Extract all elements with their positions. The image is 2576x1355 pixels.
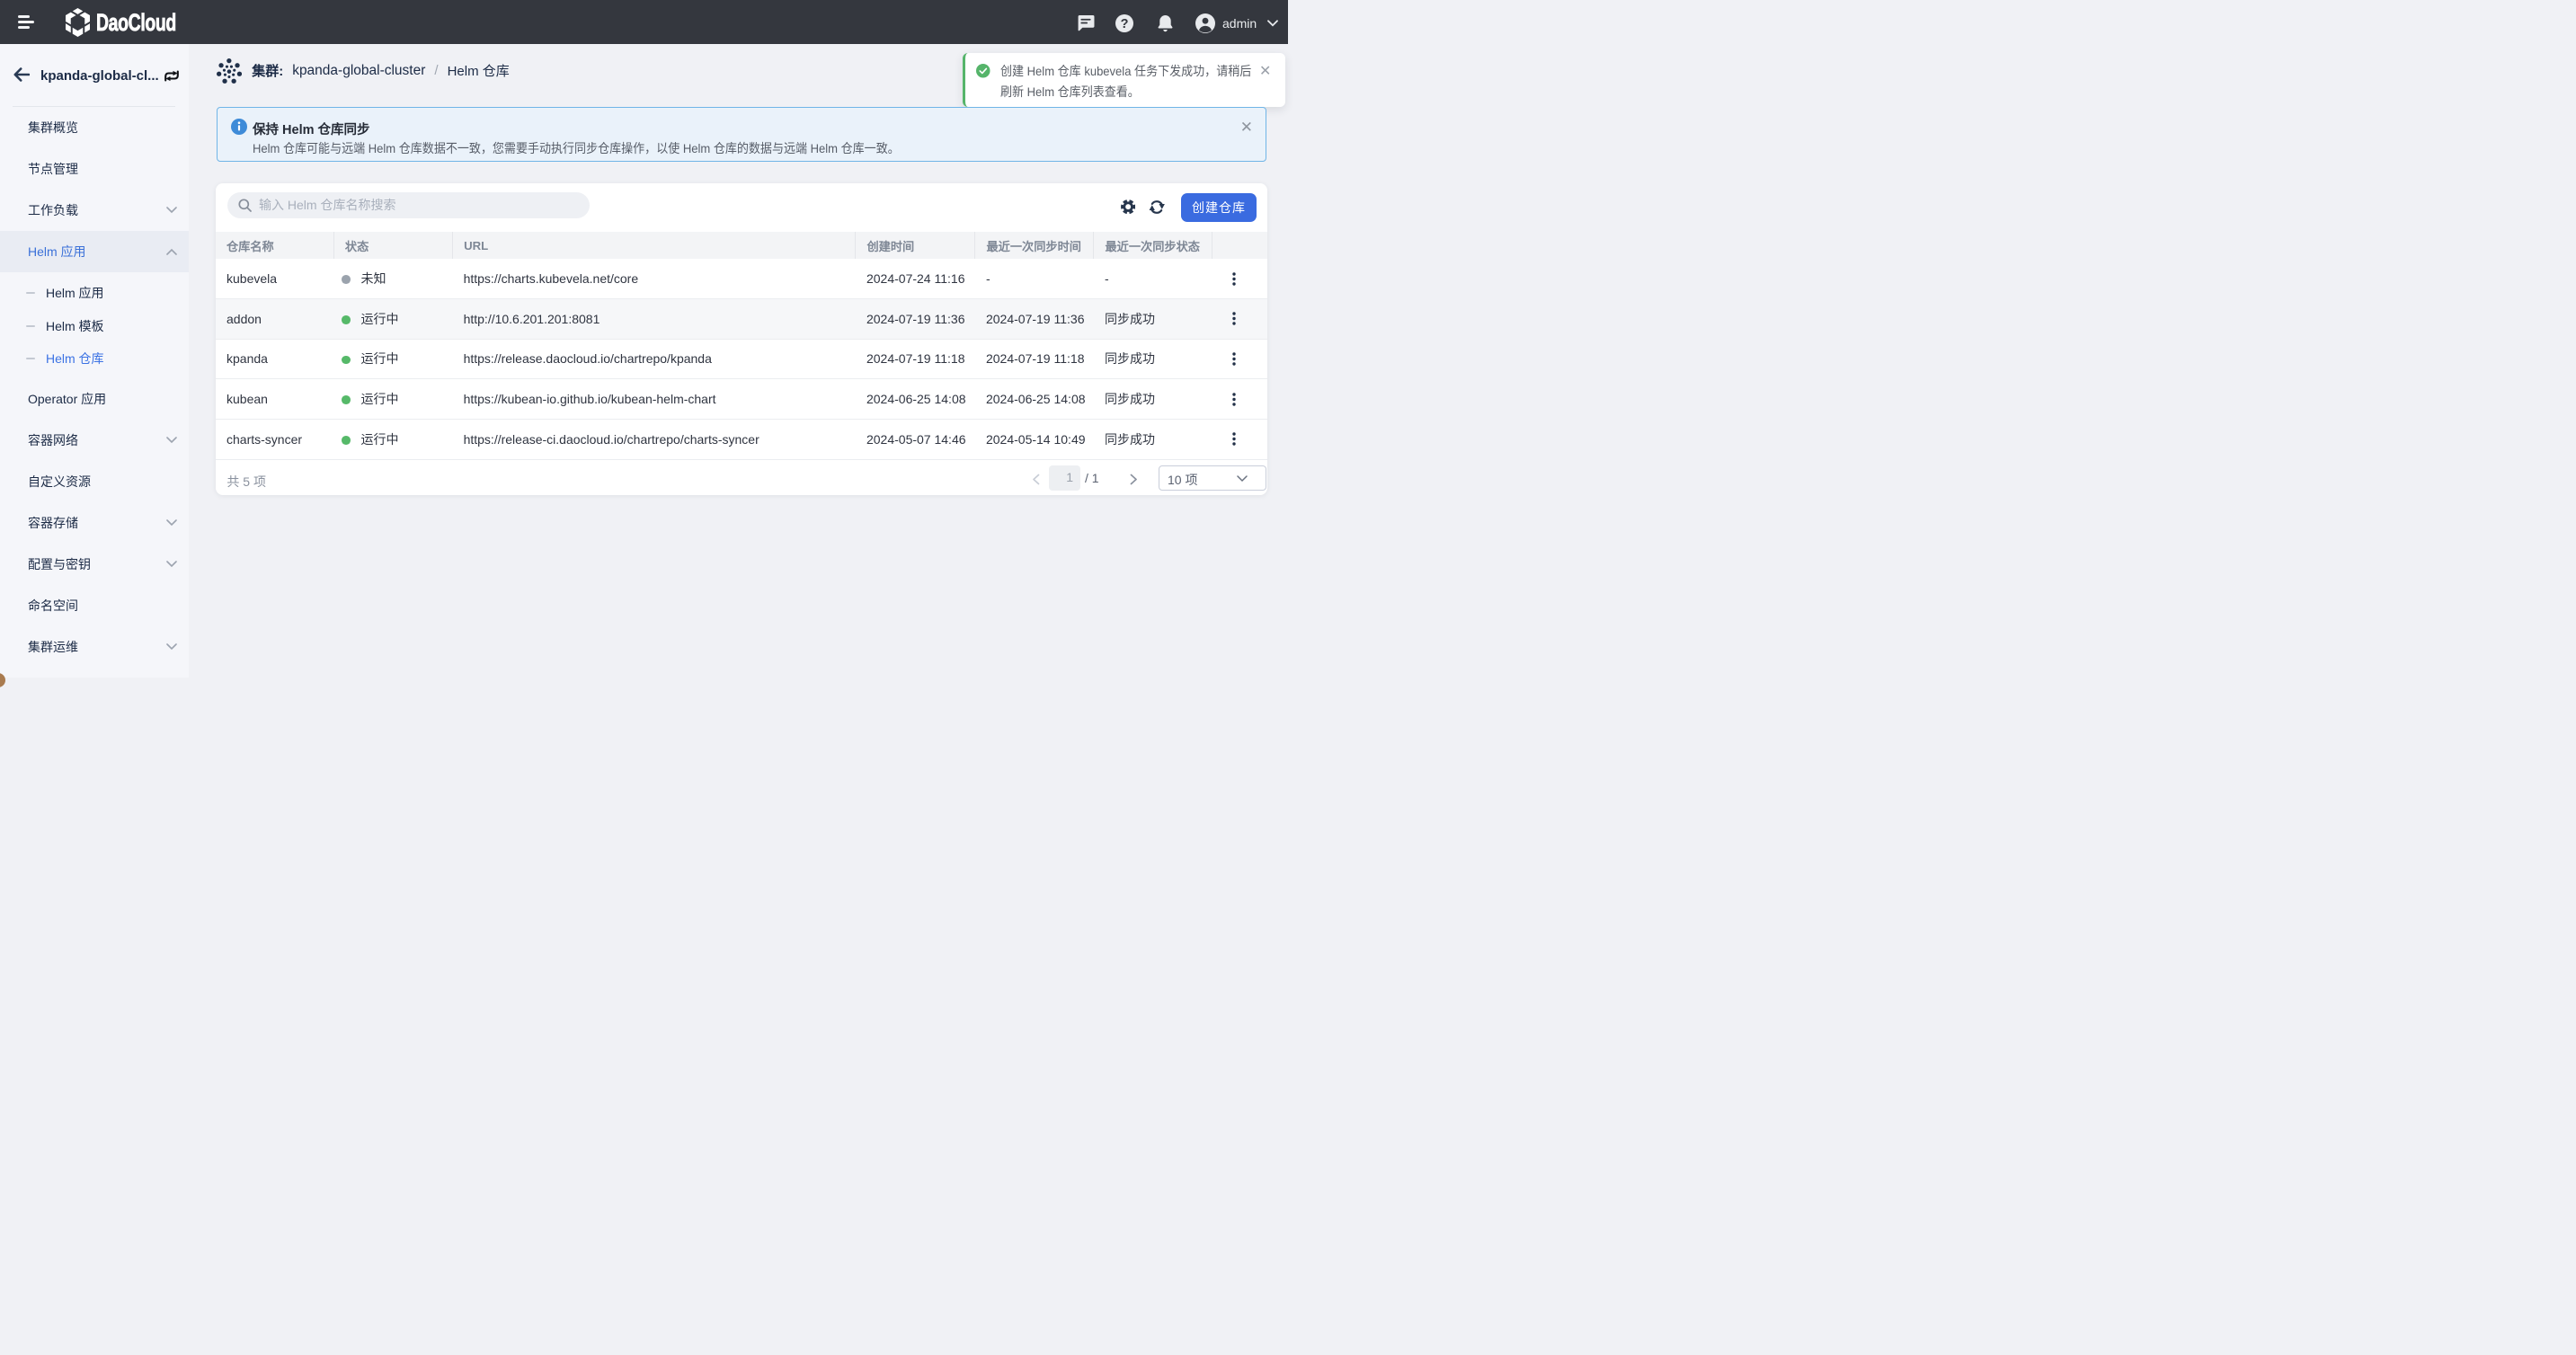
svg-text:?: ? <box>1120 17 1128 31</box>
